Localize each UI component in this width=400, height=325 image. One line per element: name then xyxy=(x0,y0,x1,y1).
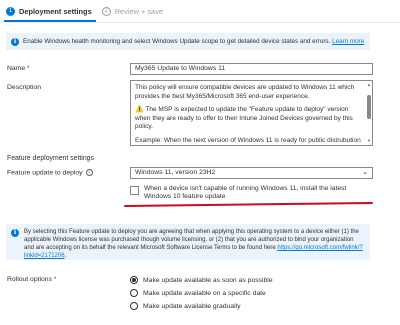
wizard-tabs: 1 Deployment settings 2 Review + save xyxy=(0,0,400,22)
tab-deployment-settings[interactable]: 1 Deployment settings xyxy=(4,0,96,22)
health-monitoring-info-bar: i Enable Windows health monitoring and s… xyxy=(6,33,370,50)
rollout-option-gradually[interactable]: Make update available gradually xyxy=(130,300,273,312)
radio-button[interactable] xyxy=(130,276,138,284)
dropdown-value: Windows 11, version 23H2 xyxy=(135,169,216,176)
scroll-down-icon[interactable]: ▼ xyxy=(367,139,371,143)
tab-review-save[interactable]: 2 Review + save xyxy=(101,0,163,22)
info-circle-icon[interactable]: i xyxy=(85,169,93,176)
name-label: Name * xyxy=(7,65,30,72)
radio-label: Make update available gradually xyxy=(143,302,241,310)
rollout-label-text: Rollout options xyxy=(7,276,52,283)
feature-update-label: Feature update to deploy i xyxy=(7,169,93,176)
radio-label: Make update available as soon as possibl… xyxy=(143,276,273,284)
name-input[interactable]: My365 Update to Windows 11 xyxy=(130,63,373,75)
chevron-down-icon: ⌄ xyxy=(362,169,368,176)
radio-button[interactable] xyxy=(130,289,138,297)
rollout-option-specific-date[interactable]: Make update available on a specific date xyxy=(130,287,273,299)
windows10-fallback-option[interactable]: When a device isn't capable of running W… xyxy=(130,185,373,202)
windows10-fallback-checkbox[interactable] xyxy=(130,186,139,195)
warning-icon: ⚠️ xyxy=(135,106,144,114)
checkbox-label: When a device isn't capable of running W… xyxy=(144,185,347,201)
description-paragraph: Example: When the next version of Window… xyxy=(135,136,361,144)
step-number-icon: 1 xyxy=(6,6,15,16)
scroll-up-icon[interactable]: ▲ xyxy=(367,83,371,87)
description-paragraph: ⚠️ The MSP is expected to update the "Fe… xyxy=(135,106,362,132)
description-textarea[interactable]: This policy will ensure compatible devic… xyxy=(130,80,373,146)
scrollbar-thumb[interactable] xyxy=(367,95,371,119)
learn-more-link[interactable]: Learn more xyxy=(332,38,364,45)
tab-divider xyxy=(0,22,400,23)
section-title: Feature deployment settings xyxy=(7,155,94,162)
rollout-options-label: Rollout options * xyxy=(7,276,57,283)
step-number-icon: 2 xyxy=(101,6,111,16)
radio-button[interactable] xyxy=(130,302,138,310)
required-mark: * xyxy=(27,65,30,72)
description-label: Description xyxy=(7,84,41,91)
info-icon: i xyxy=(11,37,19,46)
description-paragraph-text: The MSP is expected to update the "Featu… xyxy=(135,106,353,131)
rollout-radio-group: Make update available as soon as possibl… xyxy=(130,274,273,313)
feature-update-label-text: Feature update to deploy xyxy=(7,169,83,177)
red-underline-annotation xyxy=(123,201,373,207)
feature-update-dropdown[interactable]: Windows 11, version 23H2 ⌄ xyxy=(130,167,373,179)
info-bar-message: Enable Windows health monitoring and sel… xyxy=(23,38,331,45)
radio-label: Make update available on a specific date xyxy=(143,289,266,297)
description-paragraph: This policy will ensure compatible devic… xyxy=(135,84,355,100)
tab-label: Deployment settings xyxy=(19,6,92,16)
info-icon: i xyxy=(11,229,19,237)
name-label-text: Name xyxy=(7,65,26,72)
tab-label: Review + save xyxy=(114,6,163,16)
required-mark: * xyxy=(53,276,57,283)
license-info-box: i By selecting this Feature update to de… xyxy=(6,224,370,260)
license-info-trail: . xyxy=(64,253,67,260)
rollout-option-asap[interactable]: Make update available as soon as possibl… xyxy=(130,274,273,286)
info-bar-text: Enable Windows health monitoring and sel… xyxy=(23,38,364,45)
